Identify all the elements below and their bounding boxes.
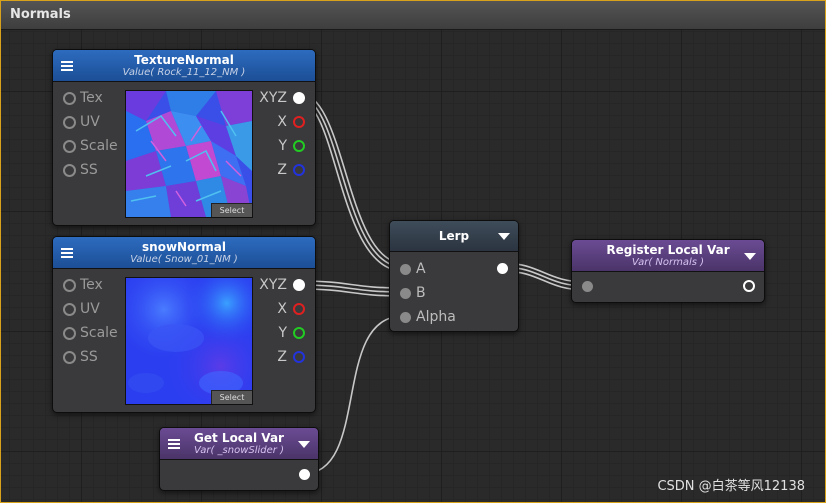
input-port-uv[interactable]: UV bbox=[63, 301, 100, 319]
watermark: CSDN @白茶等风12138 bbox=[657, 479, 805, 494]
node-title: Get Local Var bbox=[194, 431, 284, 445]
graph-title: Normals bbox=[10, 7, 71, 22]
register-output-port[interactable] bbox=[743, 280, 755, 292]
register-local-var-node[interactable]: Register Local Var Var( Normals ) bbox=[571, 239, 765, 303]
register-local-var-header[interactable]: Register Local Var Var( Normals ) bbox=[572, 240, 764, 272]
output-port-y[interactable]: Y bbox=[278, 325, 305, 343]
rock-normal-map-preview: Select bbox=[125, 90, 253, 218]
output-port-z[interactable]: Z bbox=[277, 349, 305, 367]
lerp-output-port[interactable] bbox=[497, 263, 508, 274]
output-port-z[interactable]: Z bbox=[277, 162, 305, 180]
input-port-uv[interactable]: UV bbox=[63, 114, 100, 132]
dropdown-arrow-icon[interactable] bbox=[298, 441, 310, 448]
node-subtitle: Value( Snow_01_NM ) bbox=[130, 254, 238, 265]
get-local-var-node[interactable]: Get Local Var Var( _snowSlider ) bbox=[159, 427, 319, 491]
input-port-scale[interactable]: Scale bbox=[63, 325, 118, 343]
snow-normal-node[interactable]: snowNormal Value( Snow_01_NM ) Tex UV Sc… bbox=[52, 236, 316, 413]
lerp-header[interactable]: Lerp bbox=[390, 221, 518, 252]
node-subtitle: Value( Rock_11_12_NM ) bbox=[122, 67, 246, 78]
node-subtitle: Var( _snowSlider ) bbox=[194, 445, 284, 456]
lerp-node[interactable]: Lerp A B Alpha bbox=[389, 220, 519, 332]
snow-normal-header[interactable]: snowNormal Value( Snow_01_NM ) bbox=[53, 237, 315, 269]
get-local-var-header[interactable]: Get Local Var Var( _snowSlider ) bbox=[160, 428, 318, 460]
texture-normal-header[interactable]: TextureNormal Value( Rock_11_12_NM ) bbox=[53, 50, 315, 82]
snow-normal-map-preview: Select bbox=[125, 277, 253, 405]
node-subtitle: Var( Normals ) bbox=[631, 257, 705, 268]
node-title: TextureNormal bbox=[134, 53, 234, 67]
register-input-port[interactable] bbox=[582, 281, 593, 292]
dropdown-arrow-icon[interactable] bbox=[498, 233, 510, 240]
output-port-y[interactable]: Y bbox=[278, 138, 305, 156]
get-local-var-output-port[interactable] bbox=[299, 469, 310, 480]
graph-title-bar: Normals bbox=[1, 1, 825, 30]
input-port-alpha[interactable]: Alpha bbox=[400, 309, 456, 325]
output-port-x[interactable]: X bbox=[277, 114, 305, 132]
input-port-scale[interactable]: Scale bbox=[63, 138, 118, 156]
output-port-xyz[interactable]: XYZ bbox=[259, 277, 305, 295]
node-title: snowNormal bbox=[142, 240, 226, 254]
input-port-b[interactable]: B bbox=[400, 285, 426, 301]
output-port-xyz[interactable]: XYZ bbox=[259, 90, 305, 108]
input-port-ss[interactable]: SS bbox=[63, 349, 98, 367]
input-port-tex[interactable]: Tex bbox=[63, 90, 103, 108]
select-texture-button[interactable]: Select bbox=[211, 390, 252, 404]
node-graph-canvas[interactable]: Normals TextureNormal Value( Rock_11_12_… bbox=[0, 0, 826, 503]
dropdown-arrow-icon[interactable] bbox=[744, 253, 756, 260]
input-port-ss[interactable]: SS bbox=[63, 162, 98, 180]
node-title: Register Local Var bbox=[606, 243, 730, 257]
input-port-a[interactable]: A bbox=[400, 261, 426, 277]
select-texture-button[interactable]: Select bbox=[211, 203, 252, 217]
texture-normal-node[interactable]: TextureNormal Value( Rock_11_12_NM ) Tex… bbox=[52, 49, 316, 226]
input-port-tex[interactable]: Tex bbox=[63, 277, 103, 295]
output-port-x[interactable]: X bbox=[277, 301, 305, 319]
